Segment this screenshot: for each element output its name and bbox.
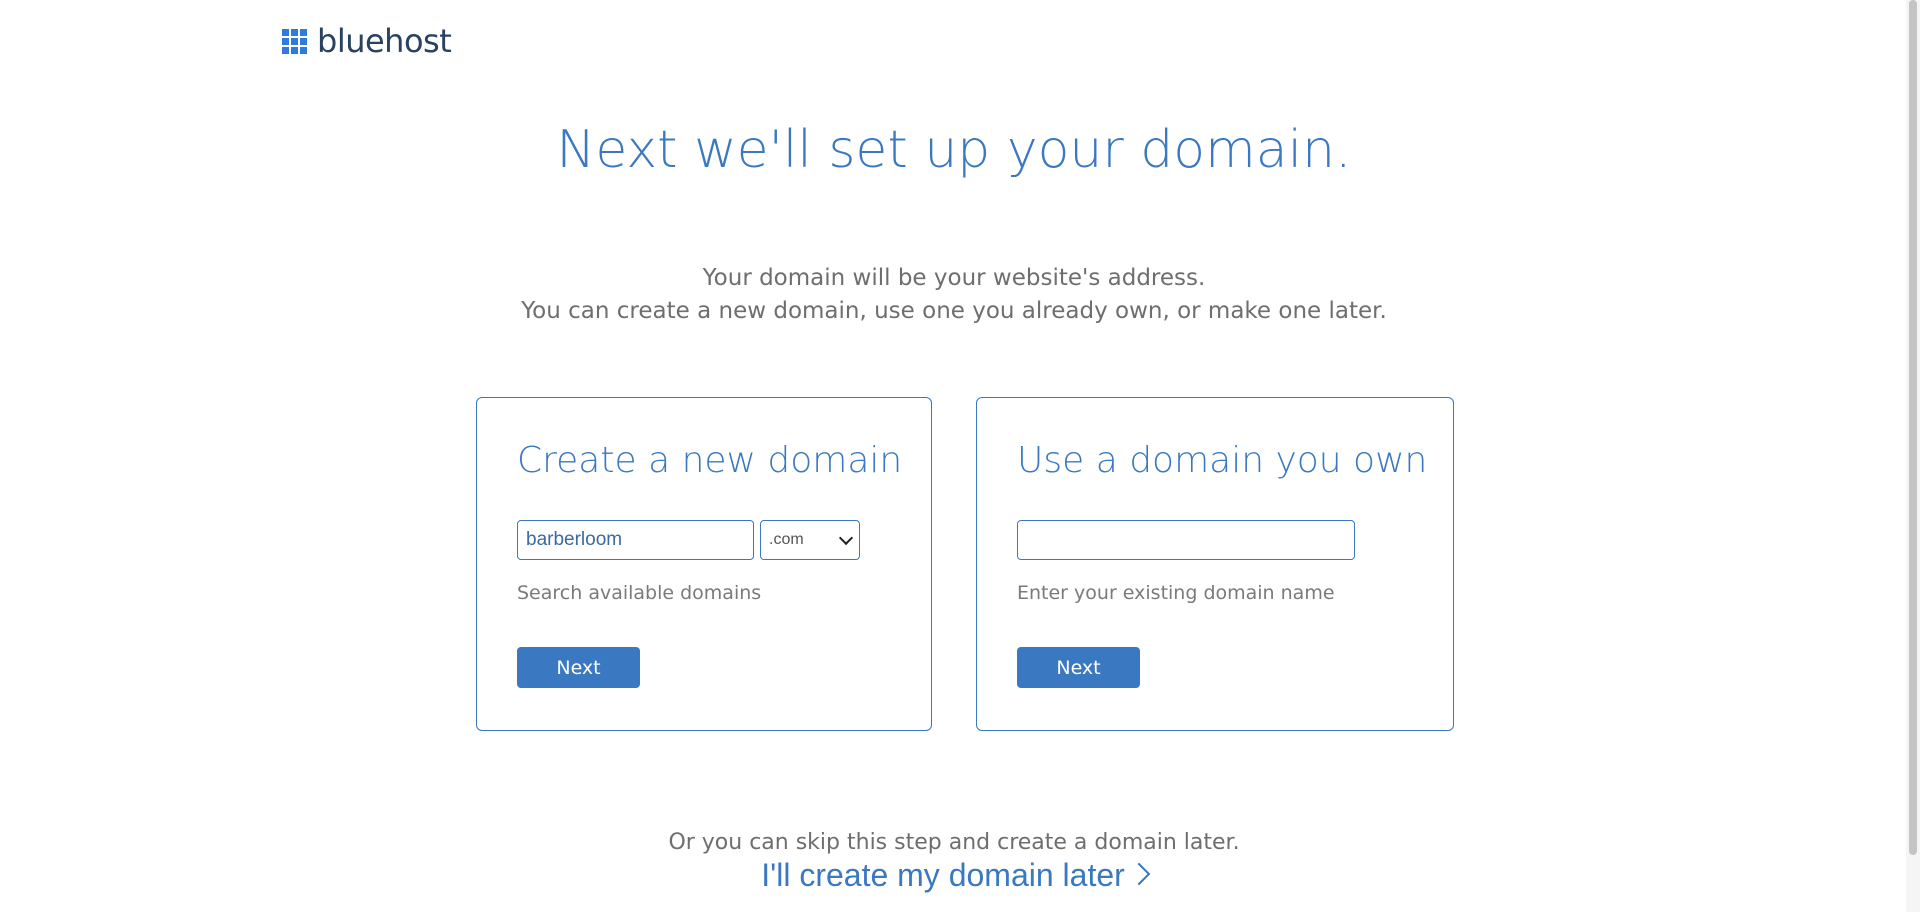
vertical-scrollbar[interactable] [1906,0,1920,912]
search-domains-helper: Search available domains [517,582,762,604]
create-domain-later-label: I'll create my domain later [761,857,1125,893]
own-domain-title: Use a domain you own [1017,440,1428,481]
intro-line-2: You can create a new domain, use one you… [521,298,1387,324]
create-domain-next-button[interactable]: Next [517,647,640,688]
logo-text: bluehost [317,22,452,60]
create-domain-later-link[interactable]: I'll create my domain later [0,857,1908,894]
grid-logo-icon [282,28,307,54]
tld-selected-value: .com [769,531,804,548]
new-domain-input[interactable] [517,520,754,560]
own-domain-card: Use a domain you own Enter your existing… [976,397,1454,731]
intro-text: Your domain will be your website's addre… [0,262,1908,328]
own-domain-next-button[interactable]: Next [1017,647,1140,688]
bluehost-logo[interactable]: bluehost [282,22,452,60]
tld-select[interactable]: .com [760,520,860,560]
chevron-right-icon [1127,862,1151,886]
create-domain-title: Create a new domain [517,440,903,481]
existing-domain-helper: Enter your existing domain name [1017,582,1335,604]
skip-text: Or you can skip this step and create a d… [668,830,1240,855]
intro-line-1: Your domain will be your website's addre… [702,265,1206,291]
scrollbar-thumb[interactable] [1909,0,1917,855]
existing-domain-input[interactable] [1017,520,1355,560]
create-domain-card: Create a new domain .com Search availabl… [476,397,932,731]
page: bluehost Next we'll set up your domain. … [0,0,1920,912]
chevron-down-icon [838,530,854,546]
page-title: Next we'll set up your domain. [556,120,1352,180]
